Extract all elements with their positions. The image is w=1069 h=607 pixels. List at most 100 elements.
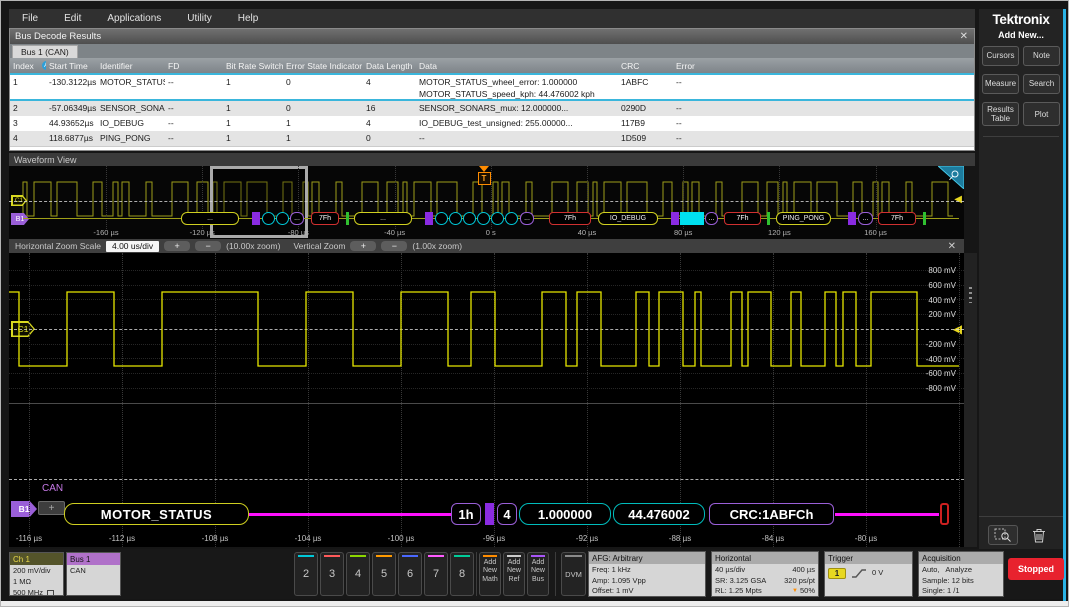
cell-data: -- (416, 131, 618, 146)
trigger-panel[interactable]: Trigger 1 0 V (824, 551, 913, 597)
channel-color-stripe (298, 555, 314, 557)
channel1-card[interactable]: Ch 1 200 mV/div1 MΩ500 MHz (9, 552, 64, 596)
close-icon[interactable]: ✕ (960, 32, 968, 42)
cell-error_state_indicator: 0 (283, 75, 363, 99)
bus1-card[interactable]: Bus 1 CAN (66, 552, 121, 596)
overview-packet-: ... (520, 212, 534, 225)
add-new-ref-button[interactable]: AddNewRef (503, 552, 525, 596)
overview-packet-: ... (354, 212, 412, 225)
menu-help[interactable]: Help (225, 9, 272, 28)
search-button[interactable]: Search (1023, 74, 1060, 94)
cell-index: 4 (10, 131, 46, 146)
cell-error: -- (673, 131, 974, 146)
cell-start_time: -57.06349µs (46, 101, 97, 116)
column-header-bit-rate-switch[interactable]: Bit Rate Switch (223, 58, 283, 73)
add-new-math-button[interactable]: AddNewMath (479, 552, 501, 596)
zoom-select-button[interactable] (988, 525, 1018, 545)
cursors-button[interactable]: Cursors (982, 46, 1019, 66)
plot-button[interactable]: Plot (1023, 102, 1060, 126)
h-zoom-in-button[interactable]: + (164, 241, 190, 251)
vertical-scrollbar[interactable] (964, 253, 977, 547)
dvm-button[interactable]: DVM (561, 552, 586, 596)
afg-setting: Amp: 1.095 Vpp (592, 576, 702, 587)
grid-line (106, 166, 107, 229)
trigger-source-badge[interactable]: 1 (828, 568, 846, 579)
channel-6-button[interactable]: 6 (398, 552, 422, 596)
waveform-view-title: Waveform View (9, 153, 975, 166)
add-new-bus-button[interactable]: AddNewBus (527, 552, 549, 596)
column-header-error[interactable]: Error (673, 58, 974, 73)
bus1-setting: CAN (70, 566, 117, 577)
h-zoom-scale-label: Horizontal Zoom Scale (15, 241, 101, 251)
table-row[interactable]: 2-57.06349µsSENSOR_SONARS--1016SENSOR_SO… (10, 101, 974, 116)
v-zoom-in-button[interactable]: + (350, 241, 376, 251)
menu-utility[interactable]: Utility (174, 9, 224, 28)
afg-setting: Offset: 1 mV (592, 586, 702, 597)
column-header-index[interactable]: IndexA (10, 58, 46, 73)
channel-button-label: 6 (407, 568, 413, 580)
acquisition-setting: Single: 1 /1 (922, 586, 1000, 597)
trigger-position-marker[interactable]: T (477, 166, 491, 185)
channel1-setting: 1 MΩ (13, 577, 60, 588)
cell-fd: -- (165, 131, 223, 146)
trigger-panel-title: Trigger (825, 552, 912, 564)
window-bottom-edge (1, 601, 1069, 607)
channel1-setting: 200 mV/div (13, 566, 60, 577)
overview-packet-7fh: 7Fh (724, 212, 761, 225)
menu-file[interactable]: File (9, 9, 51, 28)
results-table-button[interactable]: Results Table (982, 102, 1019, 126)
column-header-data[interactable]: Data (416, 58, 618, 73)
stopped-button[interactable]: Stopped (1008, 558, 1064, 580)
trigger-level-value: 0 V (872, 568, 883, 579)
tab-bus1-can[interactable]: Bus 1 (CAN) (12, 45, 78, 58)
channel-2-button[interactable]: 2 (294, 552, 318, 596)
table-row[interactable]: 344.93652µsIO_DEBUG--114IO_DEBUG_test_un… (10, 116, 974, 131)
column-header-start-time[interactable]: Start Time (46, 58, 97, 73)
measure-button[interactable]: Measure (982, 74, 1019, 94)
column-header-fd[interactable]: FD (165, 58, 223, 73)
overview-ground-arrow-icon[interactable]: ◀ (954, 194, 962, 205)
channel-3-button[interactable]: 3 (320, 552, 344, 596)
column-header-data-length[interactable]: Data Length (363, 58, 416, 73)
scrollbar-grip-icon[interactable] (969, 287, 972, 303)
zoomed-waveform-view[interactable]: C1 ◀ CAN B1 + 800 mV600 mV400 mV200 mV-2… (9, 253, 964, 547)
menu-applications[interactable]: Applications (94, 9, 174, 28)
overview-packet-segment (449, 212, 462, 225)
column-header-identifier[interactable]: Identifier (97, 58, 165, 73)
menu-edit[interactable]: Edit (51, 9, 94, 28)
panel-title: Bus Decode Results (15, 31, 101, 42)
bus-field-crc-1abfch: CRC:1ABFCh (709, 503, 834, 525)
tab-strip: Bus 1 (CAN) (10, 44, 974, 58)
trash-icon[interactable] (1024, 525, 1054, 545)
trigger-t-icon: T (478, 172, 491, 185)
cell-bit_rate_switch: 1 (223, 116, 283, 131)
horizontal-panel[interactable]: Horizontal 40 µs/div400 µsSR: 3.125 GSA3… (711, 551, 819, 597)
sidebar-button-grid: CursorsNoteMeasureSearchResults TablePlo… (979, 46, 1063, 126)
table-row[interactable] (10, 146, 974, 151)
afg-panel[interactable]: AFG: Arbitrary Freq: 1 kHzAmp: 1.095 Vpp… (588, 551, 706, 597)
search-mark-icon[interactable] (938, 166, 964, 194)
h-zoom-out-button[interactable]: − (195, 241, 221, 251)
waveform-overview[interactable]: C1 B1 T ◀ ......7Fh......7FhIO_DEBUG...7… (9, 166, 964, 239)
channel-8-button[interactable]: 8 (450, 552, 474, 596)
table-row[interactable]: 1-130.3122µsMOTOR_STATUS--104MOTOR_STATU… (10, 73, 974, 101)
acquisition-panel[interactable]: Acquisition Auto, AnalyzeSample: 12 bits… (918, 551, 1004, 597)
v-zoom-out-button[interactable]: − (381, 241, 407, 251)
h-zoom-factor: (10.00x zoom) (226, 241, 280, 251)
bus-field-1-000000: 1.000000 (519, 503, 611, 525)
column-header-crc[interactable]: CRC (618, 58, 673, 73)
overview-packet-: ... (290, 212, 304, 225)
overview-packet-segment (505, 212, 518, 225)
column-header-error-state-indicator[interactable]: Error State Indicator (283, 58, 363, 73)
zoom-close-icon[interactable]: ✕ (948, 241, 956, 252)
cell-error_state_indicator: 0 (283, 101, 363, 116)
channel-7-button[interactable]: 7 (424, 552, 448, 596)
cell-bit_rate_switch: 1 (223, 131, 283, 146)
channel-5-button[interactable]: 5 (372, 552, 396, 596)
channel-4-button[interactable]: 4 (346, 552, 370, 596)
cell-error_state_indicator: 1 (283, 116, 363, 131)
table-row[interactable]: 4118.6877µsPING_PONG--110--1D509-- (10, 131, 974, 146)
note-button[interactable]: Note (1023, 46, 1060, 66)
cell-start_time: 118.6877µs (46, 131, 97, 146)
h-zoom-scale-value[interactable]: 4.00 us/div (106, 241, 159, 252)
